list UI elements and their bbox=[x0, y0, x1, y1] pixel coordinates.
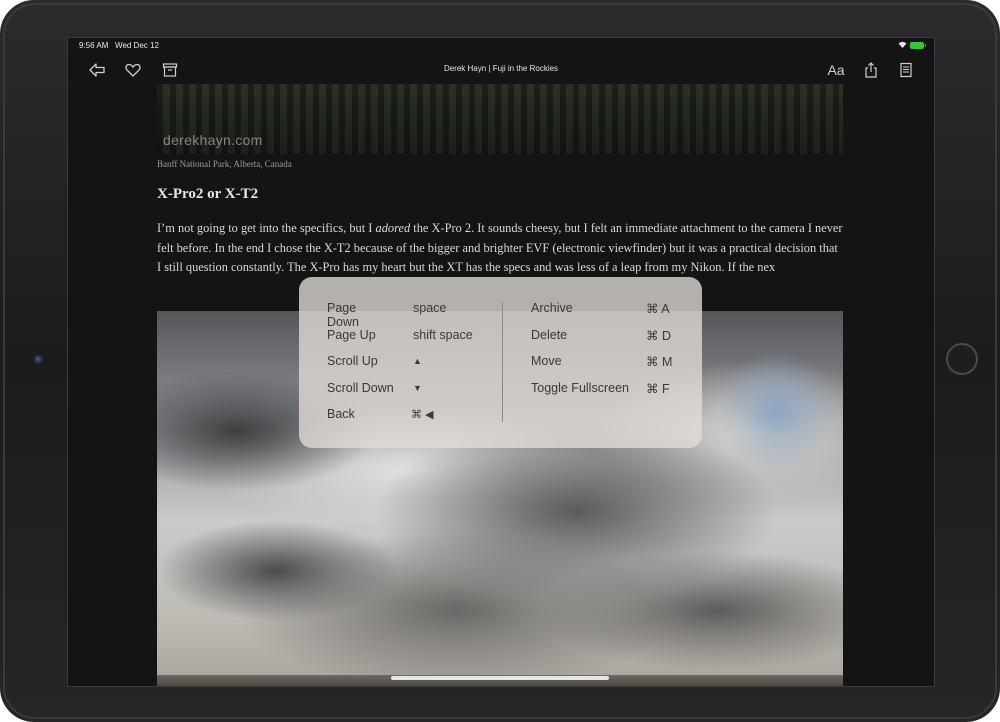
shortcut-key: ⌘ D bbox=[646, 329, 671, 343]
ipad-device: 9:56 AM Wed Dec 12 Derek Hayn | Fuji in bbox=[0, 0, 1000, 722]
section-heading: X-Pro2 or X-T2 bbox=[157, 186, 259, 202]
shortcut-key: space bbox=[413, 301, 447, 315]
shortcut-key: ⌘ F bbox=[646, 382, 670, 396]
shortcut-label: Archive bbox=[531, 301, 573, 315]
sky-blue-patch bbox=[717, 351, 837, 471]
shortcut-label: Back bbox=[327, 407, 355, 421]
shortcut-label: Scroll Up bbox=[327, 354, 378, 368]
shortcut-key: ▲ bbox=[413, 356, 422, 366]
shortcut-key: ⌘ A bbox=[646, 302, 670, 316]
home-indicator[interactable] bbox=[391, 676, 609, 680]
status-time: 9:56 AM bbox=[79, 41, 109, 50]
front-camera bbox=[34, 355, 44, 365]
shortcut-label: Delete bbox=[531, 328, 568, 342]
forest-photo: derekhayn.com bbox=[157, 84, 843, 154]
status-indicators bbox=[898, 41, 926, 50]
shortcuts-divider bbox=[502, 302, 503, 422]
shortcut-key: ▼ bbox=[413, 383, 422, 393]
reader-toolbar: Derek Hayn | Fuji in the Rockies Aa bbox=[68, 54, 934, 84]
photo-watermark: derekhayn.com bbox=[163, 132, 263, 148]
status-date: Wed Dec 12 bbox=[115, 41, 159, 50]
shortcut-key: shift space bbox=[413, 328, 473, 342]
keyboard-shortcuts-overlay: Page Down space Page Up shift space Scro… bbox=[299, 277, 702, 448]
wifi-icon bbox=[898, 41, 907, 50]
status-bar: 9:56 AM Wed Dec 12 bbox=[68, 38, 934, 54]
shortcut-label: Page Up bbox=[327, 328, 376, 342]
shortcut-label: Scroll Down bbox=[327, 381, 394, 395]
screen: 9:56 AM Wed Dec 12 Derek Hayn | Fuji in bbox=[67, 37, 935, 687]
article-paragraph: I’m not going to get into the specifics,… bbox=[157, 219, 843, 278]
paragraph-emphasis: adored bbox=[375, 221, 411, 235]
shortcut-label: Page Down bbox=[327, 301, 359, 329]
reader-icon[interactable] bbox=[896, 60, 916, 80]
shortcut-label: Toggle Fullscreen bbox=[531, 381, 629, 395]
share-icon[interactable] bbox=[861, 60, 881, 80]
battery-icon bbox=[910, 42, 926, 49]
shortcut-label: Move bbox=[531, 354, 562, 368]
text-size-icon[interactable]: Aa bbox=[823, 60, 849, 80]
shortcut-key: ⌘ ◀ bbox=[411, 409, 434, 421]
photo-caption: Banff National Park, Alberta, Canada bbox=[157, 159, 292, 169]
home-button[interactable] bbox=[946, 343, 978, 375]
status-time-date: 9:56 AM Wed Dec 12 bbox=[79, 41, 159, 50]
page-title: Derek Hayn | Fuji in the Rockies bbox=[443, 64, 559, 73]
shortcut-key: ⌘ M bbox=[646, 355, 673, 369]
paragraph-start: I’m not going to get into the specifics,… bbox=[157, 221, 376, 235]
